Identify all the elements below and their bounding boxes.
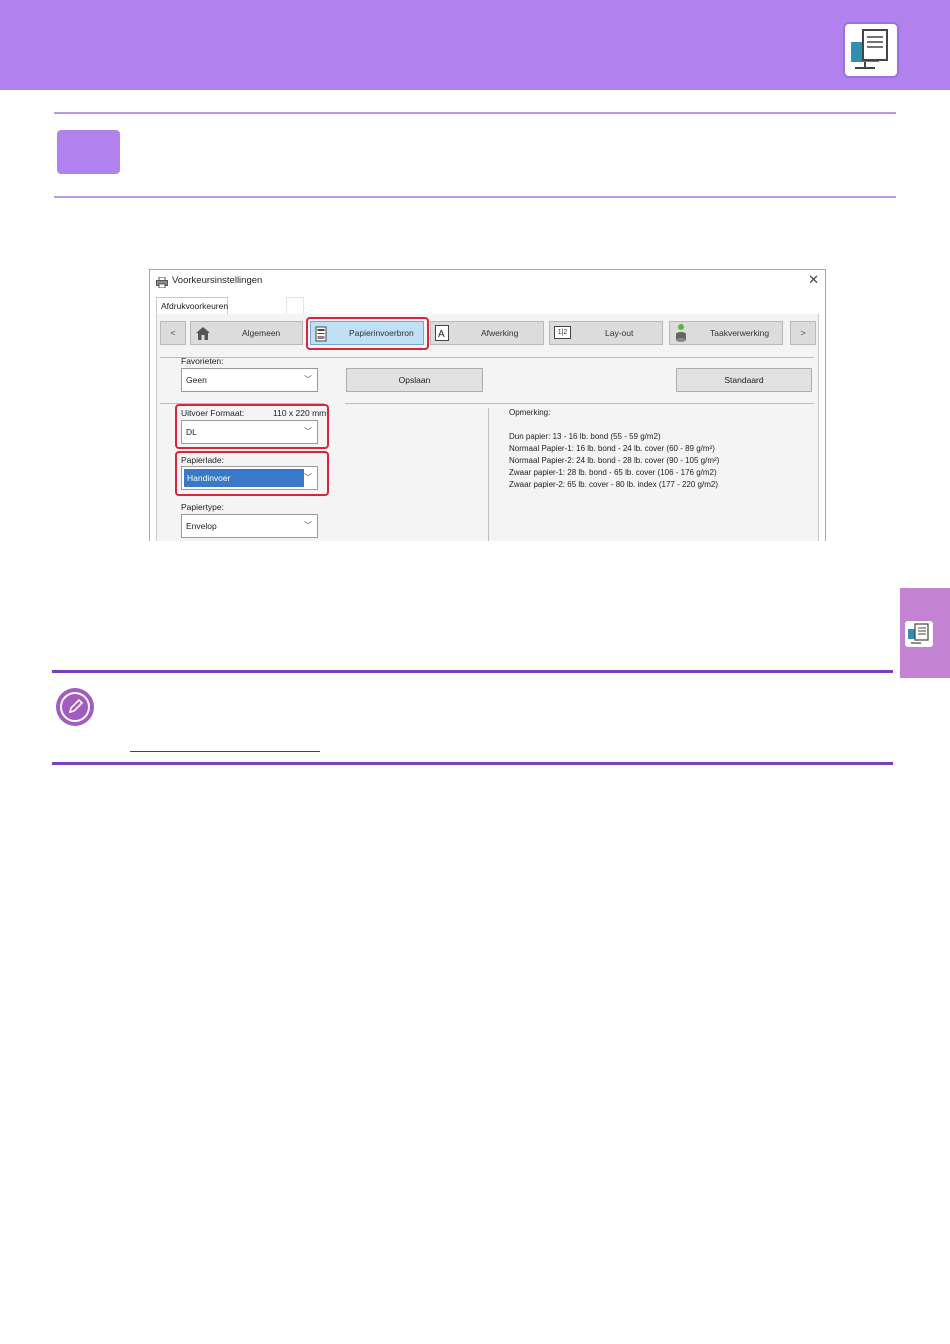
dialog-title: Voorkeursinstellingen — [172, 275, 263, 286]
dialog-titlebar: Voorkeursinstellingen ✕ — [150, 270, 825, 292]
tab-afdrukvoorkeuren[interactable]: Afdrukvoorkeuren — [156, 297, 228, 315]
papiertype-value: Envelop — [186, 521, 217, 531]
papiertype-label: Papiertype: — [181, 502, 224, 512]
opmerking-line: Normaal Papier-1: 16 lb. bond - 24 lb. c… — [509, 444, 715, 453]
papiertype-select[interactable]: Envelop ﹀ — [181, 514, 318, 538]
job-handling-icon — [674, 323, 688, 345]
divider — [160, 357, 814, 358]
note-rule-top — [52, 670, 893, 673]
opslaan-button[interactable]: Opslaan — [346, 368, 483, 392]
step-number-box — [57, 130, 120, 174]
highlight-uitvoer-formaat — [175, 404, 329, 449]
section-rule-top — [54, 112, 896, 114]
nav-label: Algemeen — [242, 328, 281, 338]
section-rule-bottom — [54, 196, 896, 198]
opmerking-line: Normaal Papier-2: 24 lb. bond - 28 lb. c… — [509, 456, 720, 465]
opmerking-line: Zwaar papier-1: 28 lb. bond - 65 lb. cov… — [509, 468, 717, 477]
opmerking-line: Dun papier: 13 - 16 lb. bond (55 - 59 g/… — [509, 432, 661, 441]
favorieten-select[interactable]: Geen ﹀ — [181, 368, 318, 392]
header-band — [0, 0, 950, 90]
favorieten-value: Geen — [186, 375, 207, 385]
note-rule-bottom — [52, 762, 893, 765]
preferences-dialog: Voorkeursinstellingen ✕ Afdrukvoorkeuren… — [149, 269, 826, 541]
nav-label: Taakverwerking — [710, 328, 770, 338]
nav-taakverwerking[interactable]: Taakverwerking — [669, 321, 783, 345]
finishing-icon: A — [435, 325, 449, 343]
opmerking-title: Opmerking: — [509, 408, 551, 417]
nav-label: Afwerking — [481, 328, 519, 338]
standaard-button[interactable]: Standaard — [676, 368, 812, 392]
nav-algemeen[interactable]: Algemeen — [190, 321, 303, 345]
svg-text:A: A — [438, 329, 445, 340]
nav-label: Lay-out — [605, 328, 634, 338]
highlight-papierinvoerbron — [306, 317, 429, 350]
chevron-down-icon: ﹀ — [304, 375, 312, 384]
nav-prev-button[interactable]: < — [160, 321, 186, 345]
chevron-down-icon: ﹀ — [304, 521, 312, 530]
nav-lay-out[interactable]: 1|2 Lay-out — [549, 321, 663, 345]
side-section-tab[interactable] — [900, 588, 950, 678]
close-button[interactable]: ✕ — [808, 272, 819, 288]
pencil-note-icon — [56, 688, 94, 726]
highlight-papierlade — [175, 451, 329, 496]
nav-afwerking[interactable]: A Afwerking — [430, 321, 544, 345]
printer-icon — [156, 275, 168, 293]
opmerking-line: Zwaar papier-2: 65 lb. cover - 80 lb. in… — [509, 480, 718, 489]
printer-document-icon — [905, 621, 933, 647]
favorieten-label: Favorieten: — [181, 356, 224, 366]
divider — [488, 408, 489, 541]
reference-link-underline[interactable] — [130, 751, 320, 752]
tab-secondary[interactable] — [286, 297, 304, 315]
home-icon — [195, 326, 211, 343]
nav-next-button[interactable]: > — [790, 321, 816, 345]
printer-document-icon — [843, 22, 899, 78]
layout-icon: 1|2 — [554, 326, 571, 339]
divider — [345, 403, 814, 404]
